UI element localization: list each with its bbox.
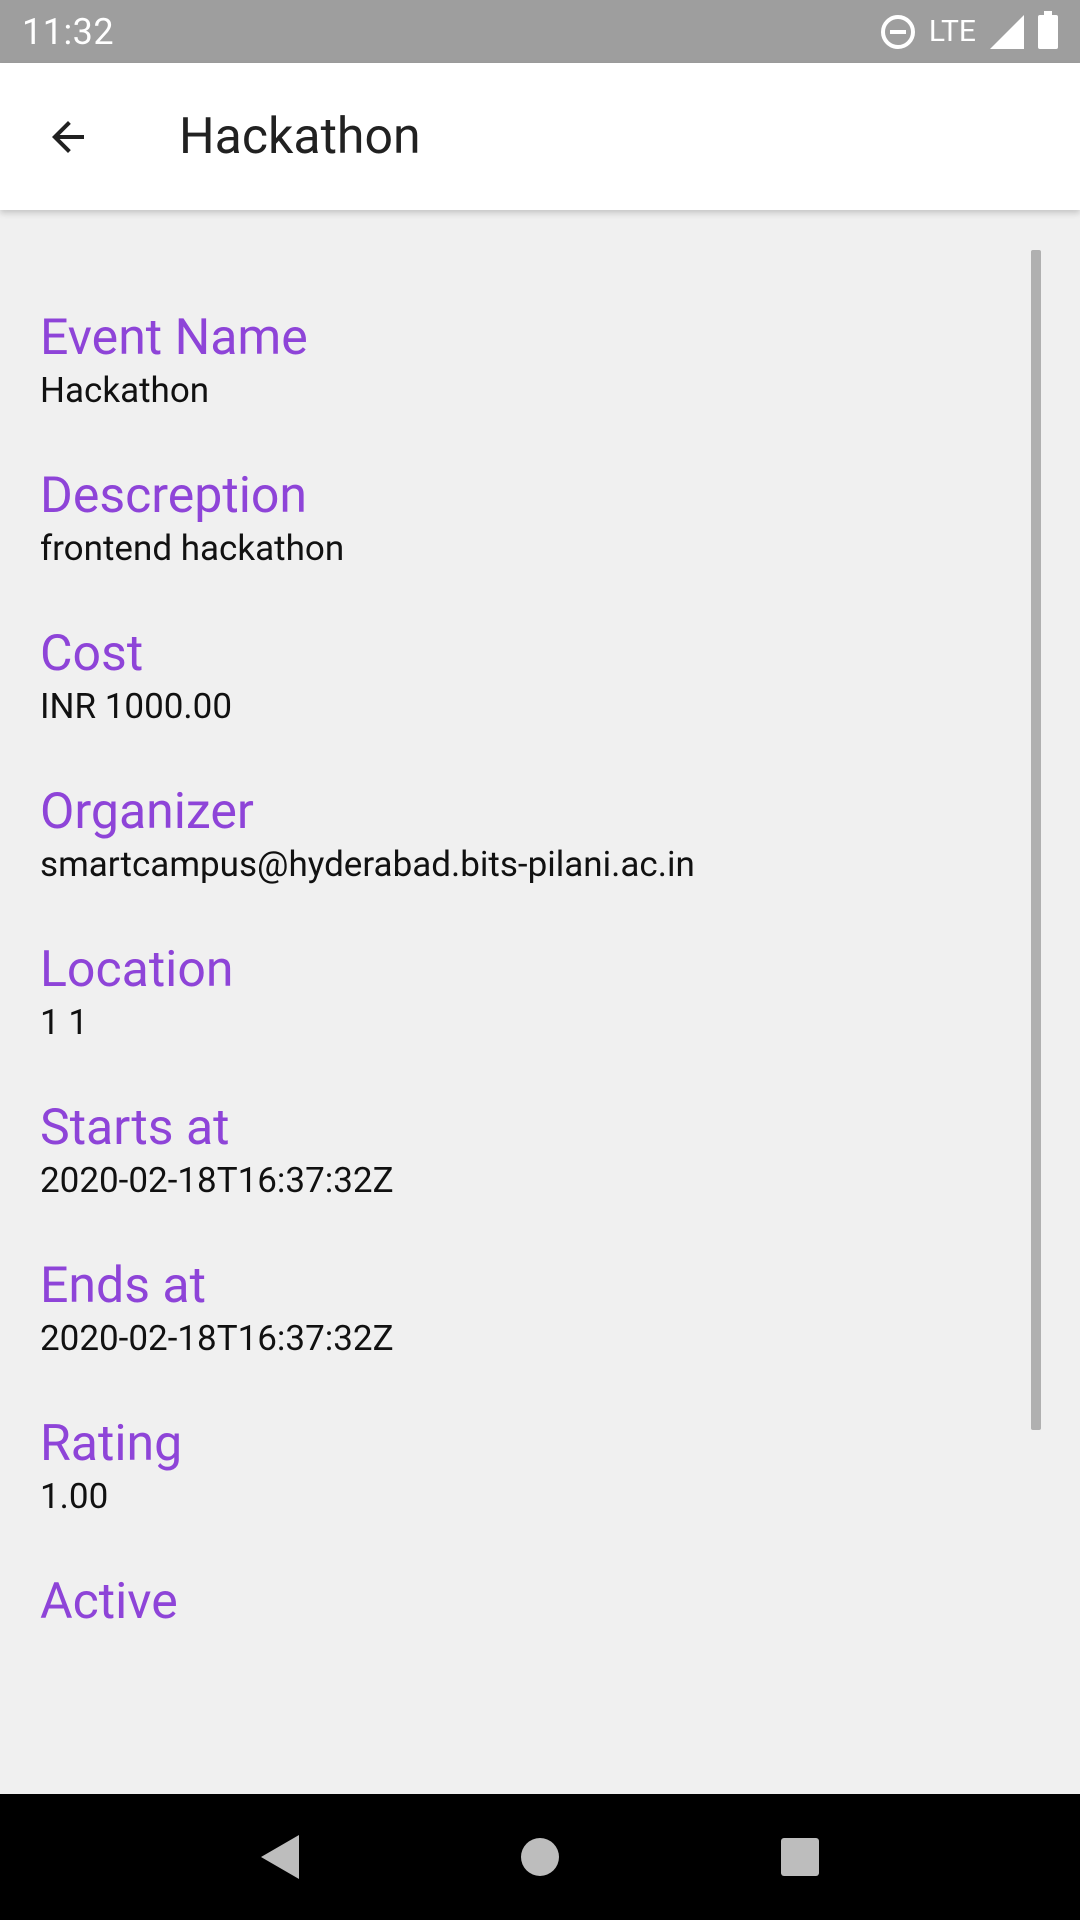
field-label: Descreption bbox=[40, 467, 308, 525]
network-type: LTE bbox=[928, 14, 976, 49]
field-organizer: Organizer smartcampus@hyderabad.bits-pil… bbox=[40, 782, 1040, 888]
field-active: Active bbox=[40, 1572, 1040, 1632]
field-value: 2020-02-18T16:37:32Z bbox=[40, 1160, 394, 1201]
nav-back-icon bbox=[261, 1835, 299, 1879]
field-cost: Cost INR 1000.00 bbox=[40, 624, 1040, 730]
nav-home-icon bbox=[521, 1838, 559, 1876]
field-label: Ends at bbox=[40, 1257, 206, 1315]
field-value: frontend hackathon bbox=[40, 528, 345, 569]
status-time: 11:32 bbox=[22, 10, 115, 53]
field-label: Rating bbox=[40, 1415, 183, 1473]
battery-icon bbox=[1038, 10, 1058, 49]
field-starts-at: Starts at 2020-02-18T16:37:32Z bbox=[40, 1098, 1040, 1204]
nav-home-button[interactable] bbox=[500, 1817, 580, 1897]
field-location: Location 1 1 bbox=[40, 940, 1040, 1046]
field-value: INR 1000.00 bbox=[40, 686, 232, 727]
field-rating: Rating 1.00 bbox=[40, 1414, 1040, 1520]
field-label: Active bbox=[40, 1573, 178, 1631]
field-event-name: Event Name Hackathon bbox=[40, 308, 1040, 414]
field-label: Cost bbox=[40, 625, 144, 683]
field-label: Starts at bbox=[40, 1099, 230, 1157]
field-description: Descreption frontend hackathon bbox=[40, 466, 1040, 572]
navigation-bar bbox=[0, 1794, 1080, 1920]
app-bar: Hackathon bbox=[0, 63, 1080, 210]
back-button[interactable] bbox=[13, 82, 123, 192]
status-bar: 11:32 LTE bbox=[0, 0, 1080, 63]
nav-back-button[interactable] bbox=[240, 1817, 320, 1897]
field-value: 2020-02-18T16:37:32Z bbox=[40, 1318, 394, 1359]
field-value: smartcampus@hyderabad.bits-pilani.ac.in bbox=[40, 844, 695, 885]
field-label: Event Name bbox=[40, 309, 308, 367]
nav-recents-button[interactable] bbox=[760, 1817, 840, 1897]
signal-icon bbox=[990, 14, 1024, 49]
field-value: 1.00 bbox=[40, 1476, 109, 1517]
field-value: 1 1 bbox=[40, 1002, 89, 1043]
status-icons: LTE bbox=[880, 10, 1058, 49]
event-details: Event Name Hackathon Descreption fronten… bbox=[0, 210, 1080, 1794]
field-label: Organizer bbox=[40, 783, 254, 841]
screen: 11:32 LTE Hackathon Event Name Hackathon… bbox=[0, 0, 1080, 1920]
field-label: Location bbox=[40, 941, 234, 999]
field-ends-at: Ends at 2020-02-18T16:37:32Z bbox=[40, 1256, 1040, 1362]
page-title: Hackathon bbox=[179, 107, 421, 166]
scrollbar[interactable] bbox=[1031, 250, 1041, 1430]
arrow-back-icon bbox=[52, 120, 84, 153]
do-not-disturb-icon bbox=[880, 14, 915, 49]
nav-recents-icon bbox=[781, 1838, 819, 1876]
field-value: Hackathon bbox=[40, 370, 210, 411]
